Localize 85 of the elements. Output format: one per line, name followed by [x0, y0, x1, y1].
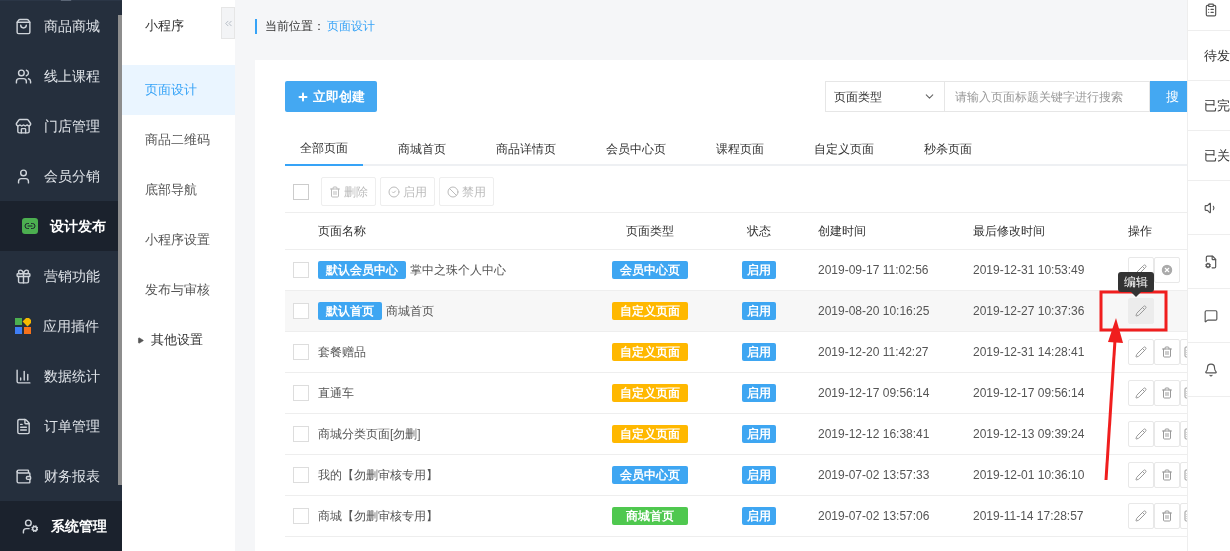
sidebar-item[interactable]: 会员分销	[0, 151, 122, 201]
column-header: 页面名称	[318, 224, 366, 238]
sidebar-item[interactable]: 商品商城	[0, 1, 122, 51]
sidebar-item[interactable]: 数据统计	[0, 351, 122, 401]
page-name: 商城【勿删审核专用】	[318, 508, 438, 525]
tab[interactable]: 课程页面	[701, 132, 779, 166]
tab[interactable]: 商城首页	[383, 132, 461, 166]
modified-time: 2019-12-31 14:28:41	[973, 344, 1086, 361]
page-type-tag: 自定义页面	[612, 302, 688, 320]
status-link[interactable]: 已关	[1204, 145, 1230, 166]
sidebar-label: 线上课程	[44, 66, 100, 86]
created-time: 2019-07-02 13:57:06	[818, 508, 931, 525]
modified-time: 2019-12-01 10:36:10	[973, 467, 1086, 484]
page-name: 掌中之珠个人中心	[410, 262, 506, 279]
sidebar-label: 订单管理	[44, 416, 100, 436]
status-tag: 启用	[742, 384, 776, 402]
page-type-tag: 自定义页面	[612, 425, 688, 443]
column-header: 操作	[1128, 224, 1152, 238]
modified-time: 2019-12-27 10:37:36	[973, 303, 1086, 320]
modified-time: 2019-12-31 10:53:49	[973, 262, 1086, 279]
submenu-item[interactable]: 发布与审核	[122, 265, 235, 315]
sidebar-item[interactable]: 财务报表	[0, 451, 122, 501]
type-select[interactable]: 页面类型	[825, 81, 945, 112]
sidebar-label: 商品商城	[44, 16, 100, 36]
created-time: 2019-12-20 11:42:27	[818, 344, 930, 361]
submenu-item[interactable]: 小程序设置	[122, 215, 235, 265]
column-header: 页面类型	[626, 223, 674, 240]
status-link[interactable]: 待发	[1204, 45, 1230, 66]
sidebar-item[interactable]: 系统管理	[0, 501, 122, 551]
modified-time: 2019-12-13 09:39:24	[973, 426, 1086, 443]
submenu-group-label: 其他设置	[151, 331, 203, 350]
page-type-tag: 商城首页	[612, 507, 688, 525]
page-type-tag: 自定义页面	[612, 343, 688, 361]
sidebar-item[interactable]: 应用插件	[0, 301, 122, 351]
submenu-title: 小程序	[145, 17, 184, 36]
sidebar-label: 门店管理	[44, 116, 100, 136]
sidebar-item[interactable]: 订单管理	[0, 401, 122, 451]
sidebar-label: 财务报表	[44, 466, 100, 486]
sidebar-item[interactable]: 线上课程	[0, 51, 122, 101]
page-name: 商城首页	[386, 303, 434, 320]
page-name: 商城分类页面[勿删]	[318, 426, 421, 443]
default-tag: 默认会员中心	[318, 261, 406, 279]
status-tag: 启用	[742, 466, 776, 484]
submenu-group[interactable]: 其他设置	[122, 315, 235, 365]
status-link[interactable]: 已完	[1204, 95, 1230, 116]
status-tag: 启用	[742, 261, 776, 279]
sidebar-item[interactable]: 营销功能	[0, 251, 122, 301]
column-header: 创建时间	[818, 224, 866, 238]
page-type-tag: 自定义页面	[612, 384, 688, 402]
tooltip: 编辑	[1118, 272, 1154, 292]
tab[interactable]: 商品详情页	[481, 132, 571, 166]
modified-time: 2019-12-17 09:56:14	[973, 385, 1086, 402]
submenu-item[interactable]: 商品二维码	[122, 115, 235, 165]
default-tag: 默认首页	[318, 302, 382, 320]
created-time: 2019-12-12 16:38:41	[818, 426, 931, 443]
tab[interactable]: 全部页面	[285, 132, 363, 166]
sidebar-label: 会员分销	[44, 166, 100, 186]
sidebar-label: 设计发布	[50, 216, 106, 236]
tab[interactable]: 自定义页面	[799, 132, 889, 166]
created-time: 2019-09-17 11:02:56	[818, 262, 930, 279]
status-tag: 启用	[742, 302, 776, 320]
page-name: 套餐赠品	[318, 344, 366, 361]
sidebar-label: 营销功能	[44, 266, 100, 286]
sidebar-label: 系统管理	[51, 516, 107, 536]
search-field[interactable]: 请输入页面标题关键字进行搜索	[945, 81, 1150, 112]
sidebar-label: 数据统计	[44, 366, 100, 386]
status-tag: 启用	[742, 343, 776, 361]
created-time: 2019-07-02 13:57:33	[818, 467, 931, 484]
tab[interactable]: 秒杀页面	[909, 132, 987, 166]
created-time: 2019-08-20 10:16:25	[818, 303, 931, 320]
modified-time: 2019-11-14 17:28:57	[973, 508, 1085, 525]
column-header: 状态	[747, 223, 771, 240]
breadcrumb-label: 当前位置：	[265, 18, 325, 35]
page-name: 直通车	[318, 385, 354, 402]
status-tag: 启用	[742, 425, 776, 443]
page-name: 我的【勿删审核专用】	[318, 467, 438, 484]
sidebar-item[interactable]: 门店管理	[0, 101, 122, 151]
column-header: 最后修改时间	[973, 224, 1045, 238]
page-type-tag: 会员中心页	[612, 466, 688, 484]
page-type-tag: 会员中心页	[612, 261, 688, 279]
sidebar-label: 应用插件	[43, 316, 99, 336]
status-tag: 启用	[742, 507, 776, 525]
created-time: 2019-12-17 09:56:14	[818, 385, 931, 402]
submenu-item[interactable]: 底部导航	[122, 165, 235, 215]
tab[interactable]: 会员中心页	[591, 132, 681, 166]
